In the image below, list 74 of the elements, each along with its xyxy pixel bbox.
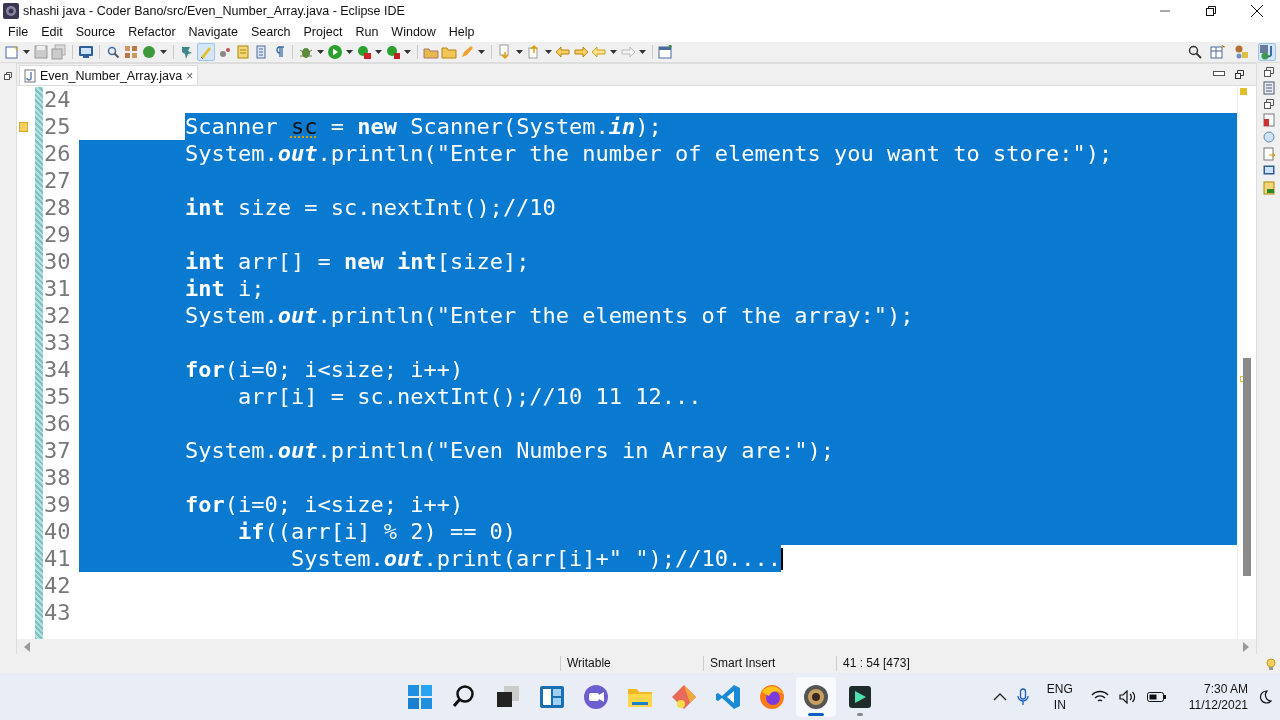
problems-icon[interactable]	[1262, 113, 1275, 127]
code-line: System.out.println("Even Numbers in Array are:");	[184, 437, 835, 464]
code-line: System.out.println("Enter the elements of the array:");	[184, 302, 914, 329]
microphone-icon[interactable]	[1016, 688, 1029, 706]
forward-arrow-icon[interactable]	[573, 44, 589, 60]
code-line: System.out.println("Enter the number of elements you want to store:");	[184, 140, 1113, 167]
code-line: int i;	[184, 275, 265, 302]
gear-icon	[803, 684, 829, 710]
wifi-icon[interactable]	[1090, 690, 1109, 704]
code-line: System.out.print(arr[i]+" ");//10....	[290, 545, 782, 572]
javadoc-icon[interactable]	[1262, 131, 1275, 143]
code-line: for(i=0; i<size; i++)	[184, 491, 464, 518]
code-editor-icon	[715, 684, 741, 710]
menu-item[interactable]: Help	[443, 23, 483, 41]
taskbar-app[interactable]	[796, 677, 836, 717]
widgets-icon	[539, 684, 565, 710]
restore-icon[interactable]	[4, 71, 12, 81]
windows-logo-icon	[407, 684, 433, 710]
search-icon	[451, 684, 477, 710]
highlight-toggle[interactable]	[197, 43, 215, 61]
console-icon[interactable]	[1262, 165, 1275, 177]
menu-item[interactable]: Edit	[36, 23, 71, 41]
window-title: shashi java - Coder Bano/src/Even_Number_Array.java - Eclipse IDE	[23, 4, 406, 18]
app-logo-icon	[3, 3, 19, 19]
menu-item[interactable]: Window	[386, 23, 444, 41]
status-text: Writable	[560, 656, 703, 671]
maximize-icon[interactable]	[1235, 70, 1244, 79]
close-icon[interactable]	[1251, 5, 1263, 17]
menu-item[interactable]: Project	[298, 23, 351, 41]
menu-item[interactable]: Refactor	[123, 23, 184, 41]
scroll-left-icon[interactable]	[23, 641, 31, 652]
lightbulb-icon[interactable]	[1266, 657, 1276, 670]
code-line: int arr[] = new int[size];	[184, 248, 530, 275]
clock[interactable]: 7:30 AM 11/12/2021	[1188, 681, 1248, 713]
menu-item[interactable]: Navigate	[183, 23, 246, 41]
browser-icon	[759, 684, 785, 710]
code-line: int size = sc.nextInt();//10	[184, 194, 556, 221]
restore-icon[interactable]	[1263, 67, 1274, 77]
scroll-right-icon[interactable]	[1242, 641, 1250, 652]
warning-marker[interactable]	[1240, 88, 1247, 95]
language-indicator[interactable]: ENG IN	[1046, 681, 1073, 713]
chat-icon	[583, 684, 609, 710]
diamond-icon	[671, 684, 697, 710]
speaker-icon[interactable]	[1118, 690, 1137, 704]
editor-tab[interactable]: Even_Number_Array.java ×	[19, 65, 199, 85]
film-icon	[847, 684, 873, 710]
code-line: if((arr[i] % 2) == 0)	[237, 518, 517, 545]
progress-icon[interactable]	[1262, 181, 1275, 195]
java-perspective-button[interactable]	[1258, 43, 1276, 61]
magnifier-icon[interactable]	[105, 44, 121, 60]
restore-icon[interactable]	[1263, 99, 1274, 109]
code-line: arr[i] = sc.nextInt();//10 11 12...	[237, 383, 702, 410]
task-view-icon	[495, 684, 521, 710]
search-icon[interactable]	[1188, 45, 1202, 59]
menu-item[interactable]: Search	[245, 23, 299, 41]
menu-item[interactable]: Source	[70, 23, 124, 41]
moon-icon[interactable]	[1258, 690, 1272, 704]
menu-item[interactable]: Run	[350, 23, 387, 41]
monitor-icon[interactable]	[78, 44, 94, 60]
cursor-position: 41 : 54 [473]	[836, 656, 1023, 671]
restore-icon[interactable]	[1206, 6, 1216, 16]
menu-item[interactable]: File	[3, 23, 37, 41]
scrollbar-thumb[interactable]	[1243, 358, 1251, 576]
chevron-up-icon[interactable]	[992, 692, 1007, 702]
code-line: for(i=0; i<size; i++)	[184, 356, 464, 383]
external-tools-icon[interactable]	[385, 44, 401, 60]
java-file-icon	[24, 68, 36, 83]
package-icon[interactable]	[123, 44, 139, 60]
status-text: Smart Insert	[703, 656, 836, 671]
open-perspective-icon[interactable]	[1210, 44, 1226, 60]
battery-icon[interactable]	[1146, 691, 1167, 703]
coverage-icon[interactable]	[356, 44, 372, 60]
declaration-icon[interactable]	[1262, 147, 1275, 161]
minimize-icon[interactable]	[1213, 70, 1225, 78]
